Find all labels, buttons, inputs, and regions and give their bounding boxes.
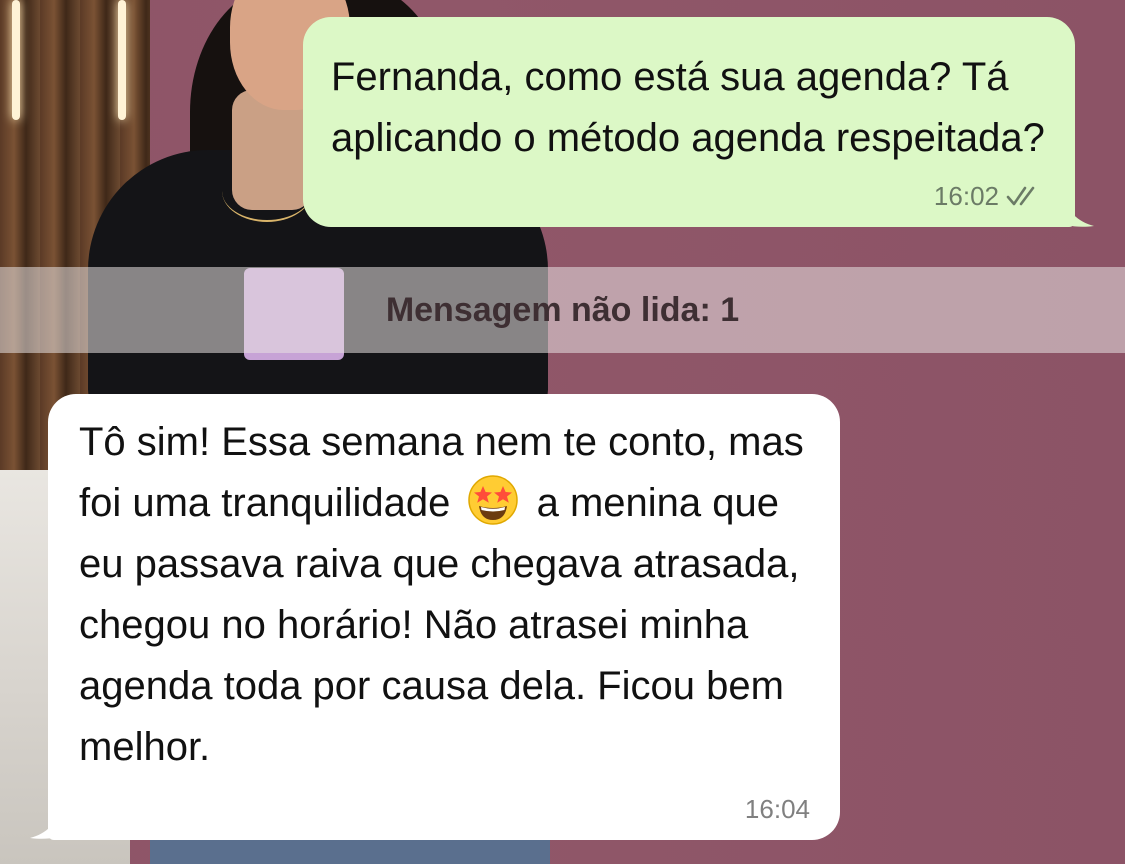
- wallpaper-necklace: [222, 160, 312, 222]
- incoming-message-bubble[interactable]: Tô sim! Essa semana nem te conto, mas fo…: [48, 394, 840, 840]
- star-struck-emoji: [468, 475, 519, 525]
- wallpaper-light-strip: [12, 0, 20, 120]
- chat-screen: Fernanda, como está sua agenda? Tá aplic…: [0, 0, 1125, 864]
- outgoing-message-meta: 16:02: [934, 181, 1045, 211]
- incoming-message-text: Tô sim! Essa semana nem te conto, mas fo…: [79, 412, 808, 778]
- outgoing-message-time: 16:02: [933, 181, 999, 211]
- outgoing-message-text: Fernanda, como está sua agenda? Tá aplic…: [331, 55, 1045, 160]
- outgoing-message-bubble[interactable]: Fernanda, como está sua agenda? Tá aplic…: [303, 17, 1075, 227]
- incoming-message-time: 16:04: [744, 794, 810, 824]
- double-check-icon: [1006, 186, 1035, 206]
- unread-messages-label: Mensagem não lida: 1: [385, 290, 740, 329]
- wallpaper-light-strip: [118, 0, 126, 120]
- incoming-message-meta: 16:04: [745, 794, 810, 824]
- unread-messages-divider: Mensagem não lida: 1: [0, 267, 1125, 353]
